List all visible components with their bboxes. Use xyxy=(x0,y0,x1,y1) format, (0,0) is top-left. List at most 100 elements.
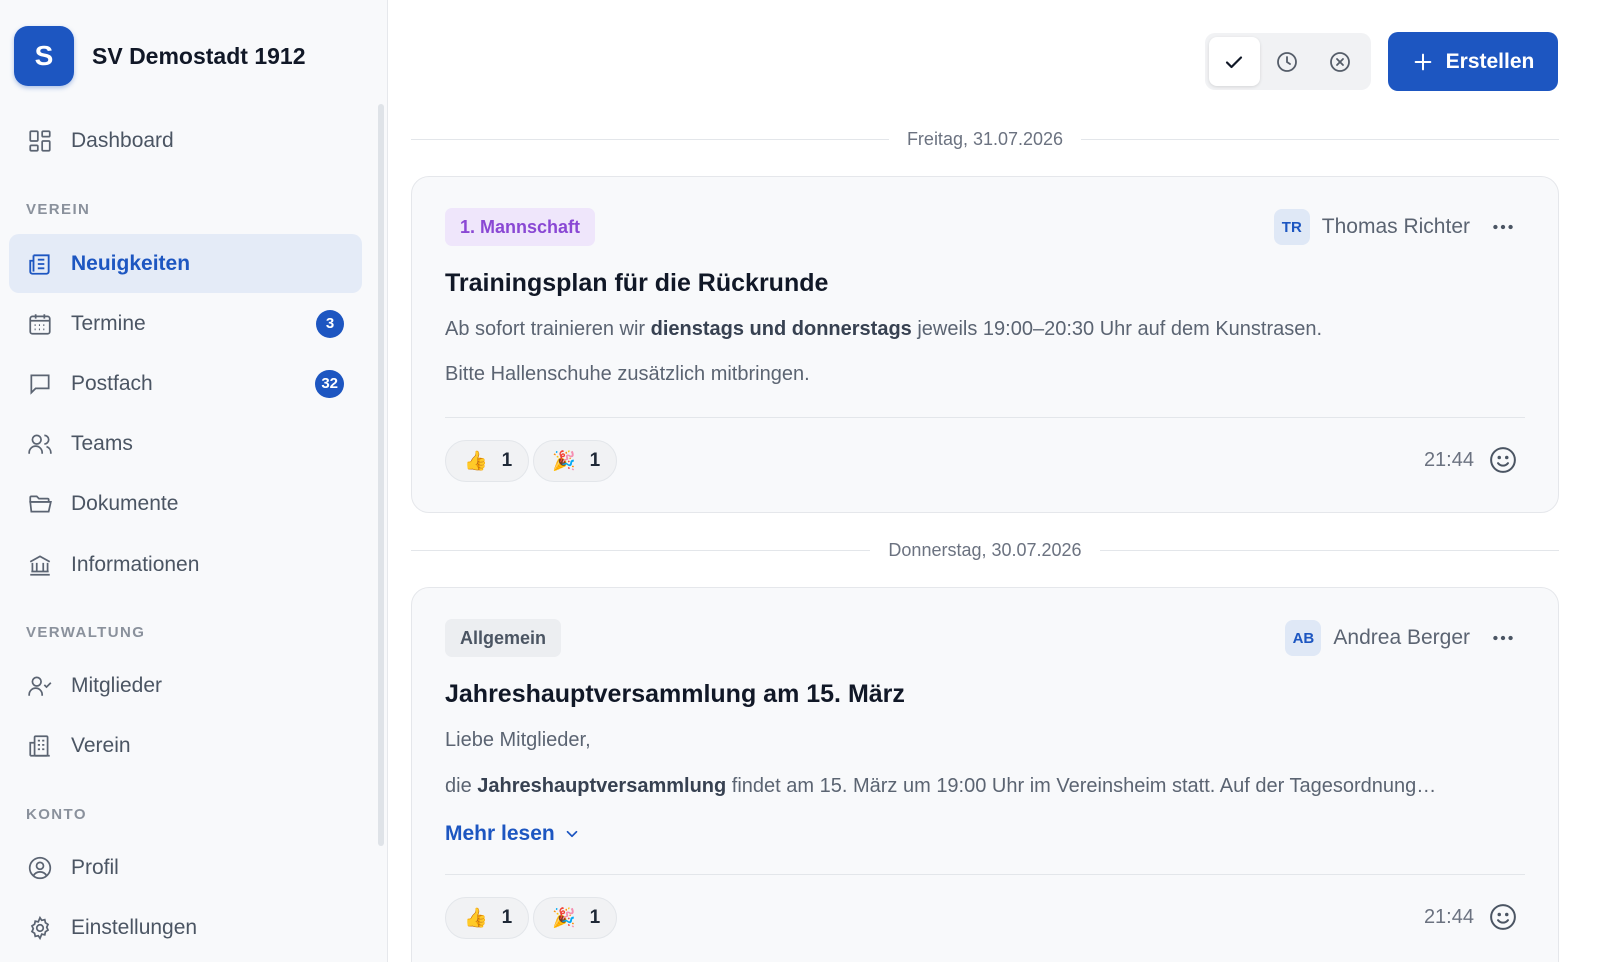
section-label-verwaltung: VERWALTUNG xyxy=(26,624,146,641)
post-header: Allgemein AB Andrea Berger xyxy=(445,619,1520,657)
author-name: Thomas Richter xyxy=(1321,215,1470,238)
x-circle-icon xyxy=(1329,51,1350,72)
add-reaction-button[interactable] xyxy=(1488,902,1520,934)
filter-declined-button[interactable] xyxy=(1314,37,1365,86)
more-horizontal-icon xyxy=(1493,635,1513,641)
separator-line xyxy=(1081,138,1559,140)
post-card: Allgemein AB Andrea Berger Jahreshauptve… xyxy=(411,587,1559,962)
post-title: Trainingsplan für die Rückrunde xyxy=(445,269,829,297)
nav-label-einstellungen: Einstellungen xyxy=(71,915,198,939)
clock-icon xyxy=(1277,51,1297,72)
club-brand[interactable]: S SV Demostadt 1912 xyxy=(14,26,305,86)
thumbs-up-icon: 👍 xyxy=(464,906,488,929)
user-check-icon xyxy=(27,673,53,699)
nav-item-einstellungen[interactable]: Einstellungen xyxy=(9,898,362,957)
landmark-icon xyxy=(27,552,53,578)
reaction-party[interactable]: 🎉 1 xyxy=(533,440,618,482)
nav-item-dashboard[interactable]: Dashboard xyxy=(9,111,362,170)
sidebar: S SV Demostadt 1912 Dashboard VEREIN Neu… xyxy=(0,0,388,962)
date-separator: Freitag, 31.07.2026 xyxy=(411,127,1559,151)
read-more-label: Mehr lesen xyxy=(445,822,555,845)
gear-icon xyxy=(27,915,53,941)
post-body-line: die Jahreshauptversammlung findet am 15.… xyxy=(445,775,1520,798)
nav-item-mitglieder[interactable]: Mitglieder xyxy=(9,656,362,715)
reaction-thumbs-up[interactable]: 👍 1 xyxy=(445,440,530,482)
nav-label-informationen: Informationen xyxy=(71,552,200,576)
nav-item-dokumente[interactable]: Dokumente xyxy=(9,474,362,533)
party-popper-icon: 🎉 xyxy=(552,906,576,929)
post-body-line: Ab sofort trainieren wir dienstags und d… xyxy=(445,318,1520,341)
post-author[interactable]: AB Andrea Berger xyxy=(1285,619,1470,657)
postfach-count-badge: 32 xyxy=(315,369,344,398)
section-label-konto: KONTO xyxy=(26,806,87,823)
post-divider xyxy=(445,417,1525,418)
smiley-icon xyxy=(1490,447,1516,473)
post-author[interactable]: TR Thomas Richter xyxy=(1273,208,1470,246)
date-label: Donnerstag, 30.07.2026 xyxy=(888,539,1082,560)
create-button[interactable]: Erstellen xyxy=(1388,32,1558,91)
reaction-thumbs-up[interactable]: 👍 1 xyxy=(445,897,530,939)
add-reaction-button[interactable] xyxy=(1488,445,1520,477)
nav-label-dashboard: Dashboard xyxy=(71,128,174,152)
more-options-button[interactable] xyxy=(1486,210,1520,244)
body-bold-text: Jahreshauptversammlung xyxy=(477,775,727,797)
club-logo: S xyxy=(14,26,74,86)
author-name: Andrea Berger xyxy=(1333,626,1470,649)
post-body-line: Liebe Mitglieder, xyxy=(445,729,591,751)
nav-item-postfach[interactable]: Postfach 32 xyxy=(9,354,362,413)
post-category-tag[interactable]: Allgemein xyxy=(445,619,562,657)
dashboard-icon xyxy=(27,128,53,154)
calendar-icon xyxy=(27,311,53,337)
post-title: Jahreshauptversammlung am 15. März xyxy=(445,680,905,708)
thumbs-up-icon: 👍 xyxy=(464,449,488,472)
author-avatar: TR xyxy=(1273,209,1310,245)
reaction-count: 1 xyxy=(501,450,513,471)
party-popper-icon: 🎉 xyxy=(552,449,576,472)
create-button-label: Erstellen xyxy=(1445,49,1535,73)
more-horizontal-icon xyxy=(1493,224,1513,230)
filter-confirmed-button[interactable] xyxy=(1209,37,1260,86)
body-text: findet am 15. März um 19:00 Uhr im Verei… xyxy=(726,775,1437,797)
smiley-icon xyxy=(1490,904,1516,930)
nav-label-postfach: Postfach xyxy=(71,371,153,395)
body-bold-text: dienstags und donnerstags xyxy=(650,318,912,340)
nav-item-verein[interactable]: Verein xyxy=(9,716,362,775)
chevron-down-icon xyxy=(566,830,578,838)
author-avatar: AB xyxy=(1285,620,1322,656)
sidebar-scrollbar[interactable] xyxy=(378,104,384,846)
nav-label-teams: Teams xyxy=(71,431,133,455)
nav-label-profil: Profil xyxy=(71,855,119,879)
building-icon xyxy=(27,733,53,759)
post-divider xyxy=(445,874,1525,875)
post-card: 1. Mannschaft TR Thomas Richter Training… xyxy=(411,176,1559,513)
nav-item-termine[interactable]: Termine 3 xyxy=(9,294,362,353)
body-text: die xyxy=(445,775,478,797)
nav-item-teams[interactable]: Teams xyxy=(9,414,362,473)
body-text: jeweils 19:00–20:30 Uhr auf dem Kunstras… xyxy=(911,318,1323,340)
separator-line xyxy=(411,138,889,140)
status-filter-group xyxy=(1205,33,1371,90)
nav-item-informationen[interactable]: Informationen xyxy=(9,535,362,594)
read-more-link[interactable]: Mehr lesen xyxy=(445,822,581,846)
more-options-button[interactable] xyxy=(1486,621,1520,655)
nav-label-dokumente: Dokumente xyxy=(71,491,179,515)
users-icon xyxy=(27,431,53,457)
termine-count-badge: 3 xyxy=(316,309,344,338)
separator-line xyxy=(1099,549,1559,551)
post-category-tag[interactable]: 1. Mannschaft xyxy=(445,208,596,246)
reaction-party[interactable]: 🎉 1 xyxy=(533,897,618,939)
filter-pending-button[interactable] xyxy=(1262,37,1313,86)
date-separator: Donnerstag, 30.07.2026 xyxy=(411,538,1559,562)
message-icon xyxy=(27,371,53,397)
post-time: 21:44 xyxy=(1423,906,1474,928)
body-text: Ab sofort trainieren wir xyxy=(445,318,651,340)
nav-label-verein: Verein xyxy=(71,733,131,757)
newspaper-icon xyxy=(27,251,53,277)
nav-item-profil[interactable]: Profil xyxy=(9,838,362,897)
post-header: 1. Mannschaft TR Thomas Richter xyxy=(445,208,1520,246)
nav-label-neuigkeiten: Neuigkeiten xyxy=(71,251,191,275)
reaction-count: 1 xyxy=(501,907,513,928)
nav-item-neuigkeiten[interactable]: Neuigkeiten xyxy=(9,234,362,293)
section-label-verein: VEREIN xyxy=(26,201,91,218)
post-time: 21:44 xyxy=(1423,449,1474,471)
